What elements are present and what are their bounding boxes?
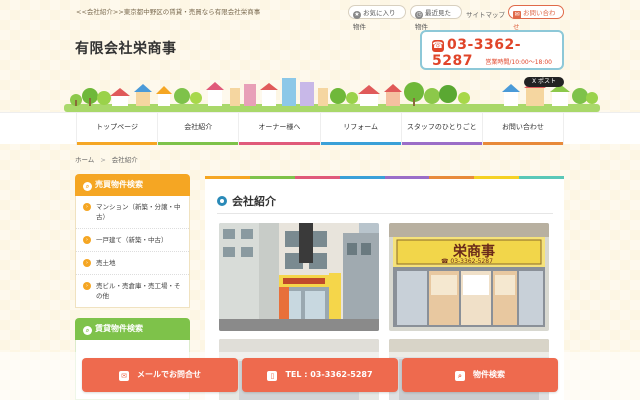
global-nav: トップページ 会社紹介 オーナー様へ リフォーム スタッフのひとりごと お問い合… <box>0 112 640 145</box>
sale-search-list: › マンション（新築・分譲・中古） › 一戸建て（新築・中古） › 売土地 › 売ビル・… <box>75 196 190 308</box>
sale-search-heading: ⌕ 売買物件検索 <box>75 174 190 196</box>
storefront-photo-2[interactable]: 栄商事 ☎ 03-3362-5287 <box>389 223 549 331</box>
shop-sign-phone: ☎ 03-3362-5287 <box>441 258 493 265</box>
mail-inquiry-label: メールでお問合せ <box>137 370 201 379</box>
tel-label: TEL : 03-3362-5287 <box>285 370 373 379</box>
chevron-right-icon: › <box>83 259 91 267</box>
search-icon: ⌕ <box>455 371 465 381</box>
favorites-button[interactable]: ★ お気に入り物件 <box>348 5 406 31</box>
town-illustration <box>64 78 600 112</box>
search-icon: ⌕ <box>83 326 92 335</box>
sitemap-link[interactable]: サイトマップ <box>466 9 505 19</box>
mail-icon: ✉ <box>513 11 521 19</box>
rent-search-heading-label: 賃貸物件検索 <box>95 324 143 333</box>
sidebar-item-house[interactable]: › 一戸建て（新築・中古） <box>76 229 189 252</box>
x-post-button[interactable]: X ポスト <box>524 77 564 87</box>
page-title-text: 会社紹介 <box>232 195 276 208</box>
chevron-right-icon: › <box>83 203 91 211</box>
trees-left <box>70 88 111 106</box>
mail-inquiry-button[interactable]: ✉ メールでお問合せ <box>82 358 238 392</box>
storefront-photo-1[interactable] <box>219 223 379 331</box>
sidebar-item-label: 売ビル・売倉庫・売工場・その他 <box>96 282 181 300</box>
chevron-right-icon: › <box>83 282 91 290</box>
title-divider <box>217 213 553 214</box>
chevron-right-icon: › <box>83 236 91 244</box>
sidebar-item-mansion[interactable]: › マンション（新築・分譲・中古） <box>76 196 189 229</box>
nav-reform[interactable]: リフォーム <box>319 113 401 145</box>
sale-search-heading-label: 売買物件検索 <box>95 180 143 189</box>
nav-label: お問い合わせ <box>501 123 544 131</box>
star-icon: ★ <box>353 11 361 19</box>
nav-color-bar <box>401 142 482 145</box>
page-title: 会社紹介 <box>217 193 276 209</box>
nav-label: オーナー様へ <box>258 123 301 131</box>
search-icon: ⌕ <box>83 182 92 191</box>
phone-box: ☎ 03-3362-5287 営業時間/10:00～18:00 <box>420 30 564 70</box>
bottom-cta-bar: ✉ メールでお問合せ ▯ TEL : 03-3362-5287 ⌕ 物件検索 <box>0 352 640 400</box>
property-search-label: 物件検索 <box>473 370 505 379</box>
breadcrumb-home[interactable]: ホーム <box>75 156 94 164</box>
houses-center <box>358 84 402 106</box>
nav-owners[interactable]: オーナー様へ <box>238 113 320 145</box>
sidebar-item-land[interactable]: › 売土地 <box>76 252 189 275</box>
nav-label: スタッフのひとりごと <box>406 123 477 131</box>
company-logo-text[interactable]: 有限会社栄商事 <box>75 38 177 58</box>
houses-left <box>110 84 172 106</box>
circle-icon <box>217 196 227 206</box>
color-stripe <box>205 176 564 179</box>
sidebar-item-label: 一戸建て（新築・中古） <box>96 236 168 244</box>
rent-search-heading: ⌕ 賃貸物件検索 <box>75 318 190 340</box>
nav-company[interactable]: 会社紹介 <box>157 113 239 145</box>
top-bar: <<会社紹介>>東京都中野区の賃貸・売買なら有限会社栄商事 ★ お気に入り物件 ◷… <box>0 0 640 31</box>
sidebar-item-label: 売土地 <box>96 259 116 267</box>
nav-staff-blog[interactable]: スタッフのひとりごと <box>400 113 482 145</box>
trees-center <box>330 88 358 104</box>
business-hours: 営業時間/10:00～18:00 <box>485 59 552 66</box>
trees-mid <box>174 88 202 104</box>
nav-color-bar <box>77 142 158 145</box>
nav-color-bar <box>482 142 564 145</box>
nav-color-bar <box>239 142 320 145</box>
nav-top-page[interactable]: トップページ <box>76 113 158 145</box>
buildings-mid <box>206 78 328 106</box>
breadcrumb-separator: > <box>100 156 106 164</box>
nav-label: 会社紹介 <box>184 123 213 131</box>
nav-label: リフォーム <box>343 123 378 131</box>
contact-top-button[interactable]: ✉ お問い合わせ <box>508 5 564 31</box>
mail-icon: ✉ <box>119 371 129 381</box>
breadcrumb: ホーム > 会社紹介 <box>75 154 138 164</box>
sidebar-item-building[interactable]: › 売ビル・売倉庫・売工場・その他 <box>76 275 189 307</box>
property-search-button[interactable]: ⌕ 物件検索 <box>402 358 558 392</box>
trees-right <box>404 82 470 106</box>
nav-label: トップページ <box>96 123 139 131</box>
clock-icon: ◷ <box>415 11 423 19</box>
breadcrumb-current: 会社紹介 <box>111 156 138 164</box>
nav-contact[interactable]: お問い合わせ <box>481 113 565 145</box>
nav-color-bar <box>158 142 239 145</box>
smartphone-icon: ▯ <box>267 371 278 381</box>
phone-icon: ☎ <box>432 40 444 52</box>
nav-color-bar <box>320 142 401 145</box>
sidebar-item-label: マンション（新築・分譲・中古） <box>96 203 181 221</box>
site-tagline: <<会社紹介>>東京都中野区の賃貸・売買なら有限会社栄商事 <box>76 8 261 16</box>
recent-viewed-button[interactable]: ◷ 最近見た物件 <box>410 5 462 31</box>
tel-button[interactable]: ▯ TEL : 03-3362-5287 <box>242 358 398 392</box>
